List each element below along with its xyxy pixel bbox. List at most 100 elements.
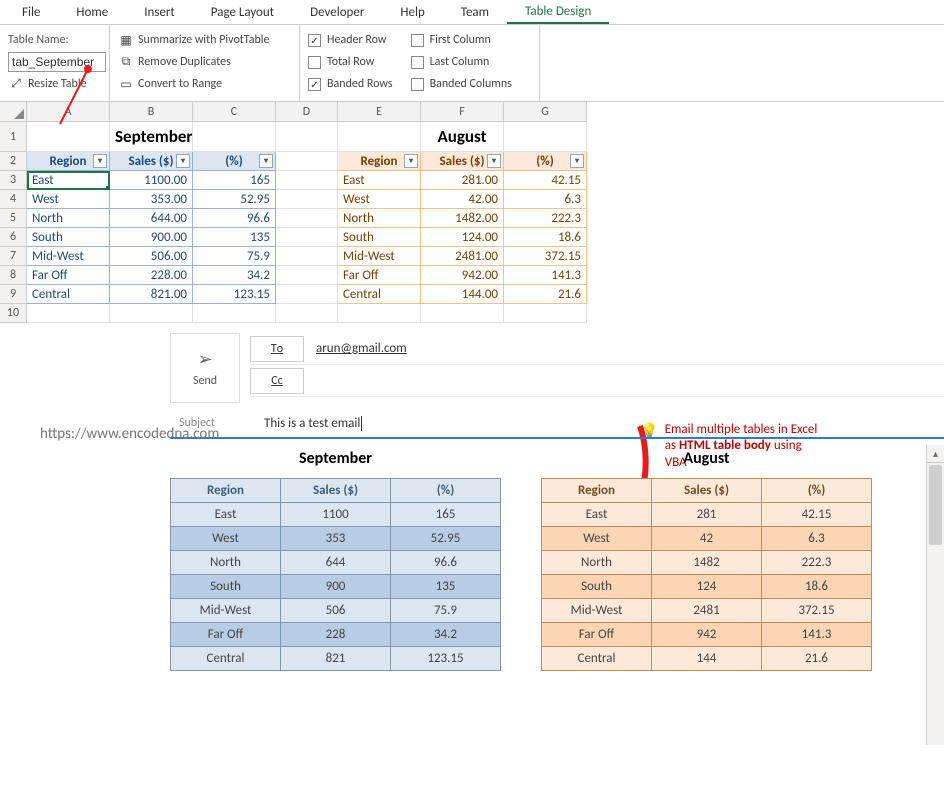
cell-region[interactable]: North (338, 209, 421, 228)
cell-sales[interactable]: 228.00 (110, 266, 193, 285)
tab-developer[interactable]: Developer (292, 2, 382, 23)
column-headers: A B C D E F G (27, 102, 587, 122)
row-4[interactable]: 4 (0, 190, 27, 209)
convert-to-range-button[interactable]: ▭Convert to Range (118, 73, 291, 95)
cell-sales[interactable]: 42.00 (421, 190, 504, 209)
cell-region[interactable]: Far Off (338, 266, 421, 285)
to-button[interactable]: To (250, 336, 304, 362)
cell-sales[interactable]: 1482.00 (421, 209, 504, 228)
row-10[interactable]: 10 (0, 304, 27, 323)
cell-sales[interactable]: 353.00 (110, 190, 193, 209)
cell-pct[interactable]: 52.95 (193, 190, 276, 209)
row-1[interactable]: 1 (0, 122, 27, 152)
tab-team[interactable]: Team (443, 2, 507, 23)
cell-sales[interactable]: 644.00 (110, 209, 193, 228)
opt-header-row[interactable]: Header Row (308, 29, 393, 51)
table-row: Mid-West2481372.15 (542, 599, 872, 623)
cc-button[interactable]: Cc (250, 368, 304, 394)
cell-pct[interactable]: 18.6 (504, 228, 587, 247)
cell-region[interactable]: North (27, 209, 110, 228)
cell-region[interactable]: Central (338, 285, 421, 304)
cell-region[interactable]: West (338, 190, 421, 209)
tab-page-layout[interactable]: Page Layout (193, 2, 292, 23)
cell-sales[interactable]: 124.00 (421, 228, 504, 247)
filter-dropdown-icon[interactable]: ▾ (176, 154, 190, 168)
subject-field[interactable]: This is a test email (264, 416, 362, 431)
cell-pct[interactable]: 6.3 (504, 190, 587, 209)
cell-pct[interactable]: 135 (193, 228, 276, 247)
filter-dropdown-icon[interactable]: ▾ (487, 154, 501, 168)
cell-pct[interactable]: 42.15 (504, 171, 587, 190)
cell-sales[interactable]: 942.00 (421, 266, 504, 285)
filter-dropdown-icon[interactable]: ▾ (570, 154, 584, 168)
cell-grid[interactable]: September August Region▾ Sales ($)▾ (%)▾… (27, 122, 587, 323)
th-pct-1[interactable]: (%)▾ (193, 152, 276, 171)
tab-table-design[interactable]: Table Design (507, 1, 609, 24)
cell-sales[interactable]: 506.00 (110, 247, 193, 266)
col-G[interactable]: G (504, 102, 587, 122)
cell-sales[interactable]: 821.00 (110, 285, 193, 304)
cell-pct[interactable]: 123.15 (193, 285, 276, 304)
email-body[interactable]: September RegionSales ($)(%)East1100165W… (170, 445, 944, 745)
opt-banded-rows[interactable]: Banded Rows (308, 73, 393, 95)
col-E[interactable]: E (338, 102, 421, 122)
row-2[interactable]: 2 (0, 152, 27, 171)
tab-home[interactable]: Home (58, 2, 126, 23)
cell-pct[interactable]: 165 (193, 171, 276, 190)
th-sales-2[interactable]: Sales ($)▾ (421, 152, 504, 171)
col-C[interactable]: C (193, 102, 276, 122)
cell-pct[interactable]: 96.6 (193, 209, 276, 228)
cell-pct[interactable]: 141.3 (504, 266, 587, 285)
cell-region[interactable]: South (27, 228, 110, 247)
scrollbar[interactable]: ▴ (926, 445, 944, 745)
cell-sales[interactable]: 1100.00 (110, 171, 193, 190)
select-all-corner[interactable] (0, 102, 27, 122)
row-9[interactable]: 9 (0, 285, 27, 304)
cell-region[interactable]: Mid-West (338, 247, 421, 266)
scroll-thumb[interactable] (929, 465, 942, 545)
cell-pct[interactable]: 21.6 (504, 285, 587, 304)
row-7[interactable]: 7 (0, 247, 27, 266)
cell-region[interactable]: West (27, 190, 110, 209)
opt-first-column[interactable]: First Column (411, 29, 512, 51)
opt-last-column[interactable]: Last Column (411, 51, 512, 73)
opt-banded-columns[interactable]: Banded Columns (411, 73, 512, 95)
row-8[interactable]: 8 (0, 266, 27, 285)
summarize-pivot-button[interactable]: ▦Summarize with PivotTable (118, 29, 291, 51)
cell-sales[interactable]: 2481.00 (421, 247, 504, 266)
remove-duplicates-button[interactable]: ⧉Remove Duplicates (118, 51, 291, 73)
col-F[interactable]: F (421, 102, 504, 122)
col-D[interactable]: D (276, 102, 338, 122)
cell-sales[interactable]: 281.00 (421, 171, 504, 190)
cell-pct[interactable]: 34.2 (193, 266, 276, 285)
cell-pct[interactable]: 222.3 (504, 209, 587, 228)
th-region-2[interactable]: Region▾ (338, 152, 421, 171)
opt-total-row[interactable]: Total Row (308, 51, 393, 73)
th-sales-1[interactable]: Sales ($)▾ (110, 152, 193, 171)
filter-dropdown-icon[interactable]: ▾ (404, 154, 418, 168)
cell-sales[interactable]: 900.00 (110, 228, 193, 247)
row-3[interactable]: 3 (0, 171, 27, 190)
filter-dropdown-icon[interactable]: ▾ (93, 154, 107, 168)
th-region-1[interactable]: Region▾ (27, 152, 110, 171)
cell-sales[interactable]: 144.00 (421, 285, 504, 304)
cell-region[interactable]: East (27, 171, 110, 190)
cell-region[interactable]: East (338, 171, 421, 190)
row-6[interactable]: 6 (0, 228, 27, 247)
send-button[interactable]: ➢ Send (170, 333, 240, 403)
row-5[interactable]: 5 (0, 209, 27, 228)
to-field[interactable]: arun@gmail.com (316, 341, 407, 356)
filter-dropdown-icon[interactable]: ▾ (259, 154, 273, 168)
cell-pct[interactable]: 372.15 (504, 247, 587, 266)
cell-region[interactable]: Central (27, 285, 110, 304)
tab-insert[interactable]: Insert (126, 2, 193, 23)
th-pct-2[interactable]: (%)▾ (504, 152, 587, 171)
col-B[interactable]: B (110, 102, 193, 122)
tab-help[interactable]: Help (382, 2, 442, 23)
cell-pct[interactable]: 75.9 (193, 247, 276, 266)
tab-file[interactable]: File (4, 2, 58, 23)
cell-region[interactable]: Mid-West (27, 247, 110, 266)
cell-region[interactable]: Far Off (27, 266, 110, 285)
scroll-up-icon[interactable]: ▴ (927, 445, 944, 463)
cell-region[interactable]: South (338, 228, 421, 247)
